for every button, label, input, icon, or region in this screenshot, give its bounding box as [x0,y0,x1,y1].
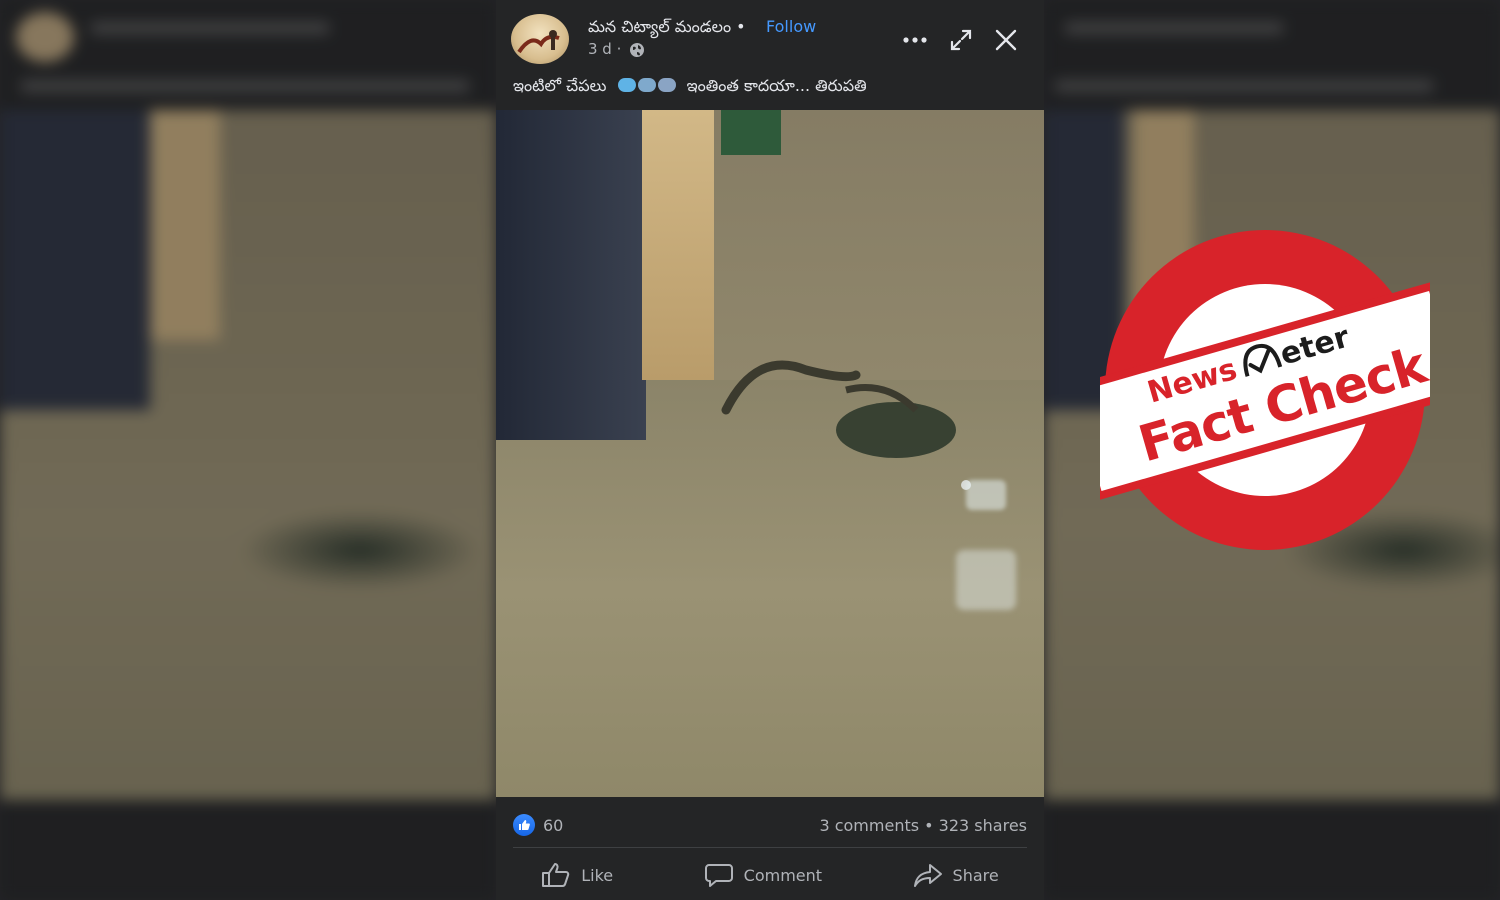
footer-divider [513,847,1027,848]
share-button[interactable]: Share [899,856,1013,894]
post-caption: ఇంటిలో చేపలు ఇంతింత కాదయా... తిరుపతి [513,76,867,99]
caption-text-start: ఇంటిలో చేపలు [513,76,607,95]
like-reaction-icon [513,814,535,836]
whale-emoji-icon [637,78,656,92]
close-button[interactable] [990,24,1022,56]
post-header: మన చిట్యాల్ మండలం • Follow 3 d · ఇంటిలో … [496,0,1044,110]
caption-text-end: ఇంతింత కాదయా... తిరుపతి [686,76,867,95]
reactions-summary[interactable]: 60 [513,814,563,836]
fish-in-water-image [721,360,971,490]
follow-button[interactable]: Follow [766,17,816,36]
fact-check-stamp: News eter Fact Check [1061,228,1469,553]
comment-label: Comment [743,865,823,885]
post-time[interactable]: 3 d · [588,40,621,58]
close-icon [995,29,1017,51]
globe-icon [630,43,644,57]
post-actions: Like Comment Share [496,855,1044,895]
expand-button[interactable] [945,24,977,56]
facebook-post-card: మన చిట్యాల్ మండలం • Follow 3 d · ఇంటిలో … [496,0,1044,900]
like-count: 60 [543,815,564,835]
like-button[interactable]: Like [527,856,627,894]
comments-shares-count[interactable]: 3 comments • 323 shares [819,816,1027,835]
whale-emoji-icon [617,78,636,92]
share-icon [913,864,942,887]
dolphin-emoji-icon [657,78,676,92]
share-label: Share [952,865,999,885]
post-video[interactable] [496,110,1044,797]
blurred-background-left [0,0,496,900]
like-label: Like [581,865,614,885]
more-options-button[interactable] [899,24,931,56]
comment-icon [704,864,733,887]
post-footer: 60 3 comments • 323 shares Like Comment [496,797,1044,900]
comment-button[interactable]: Comment [690,856,836,894]
thumbs-up-icon [542,863,570,887]
expand-icon [950,29,972,51]
page-avatar[interactable] [511,14,569,64]
more-icon [903,37,927,43]
page-name[interactable]: మన చిట్యాల్ మండలం • [588,17,746,40]
